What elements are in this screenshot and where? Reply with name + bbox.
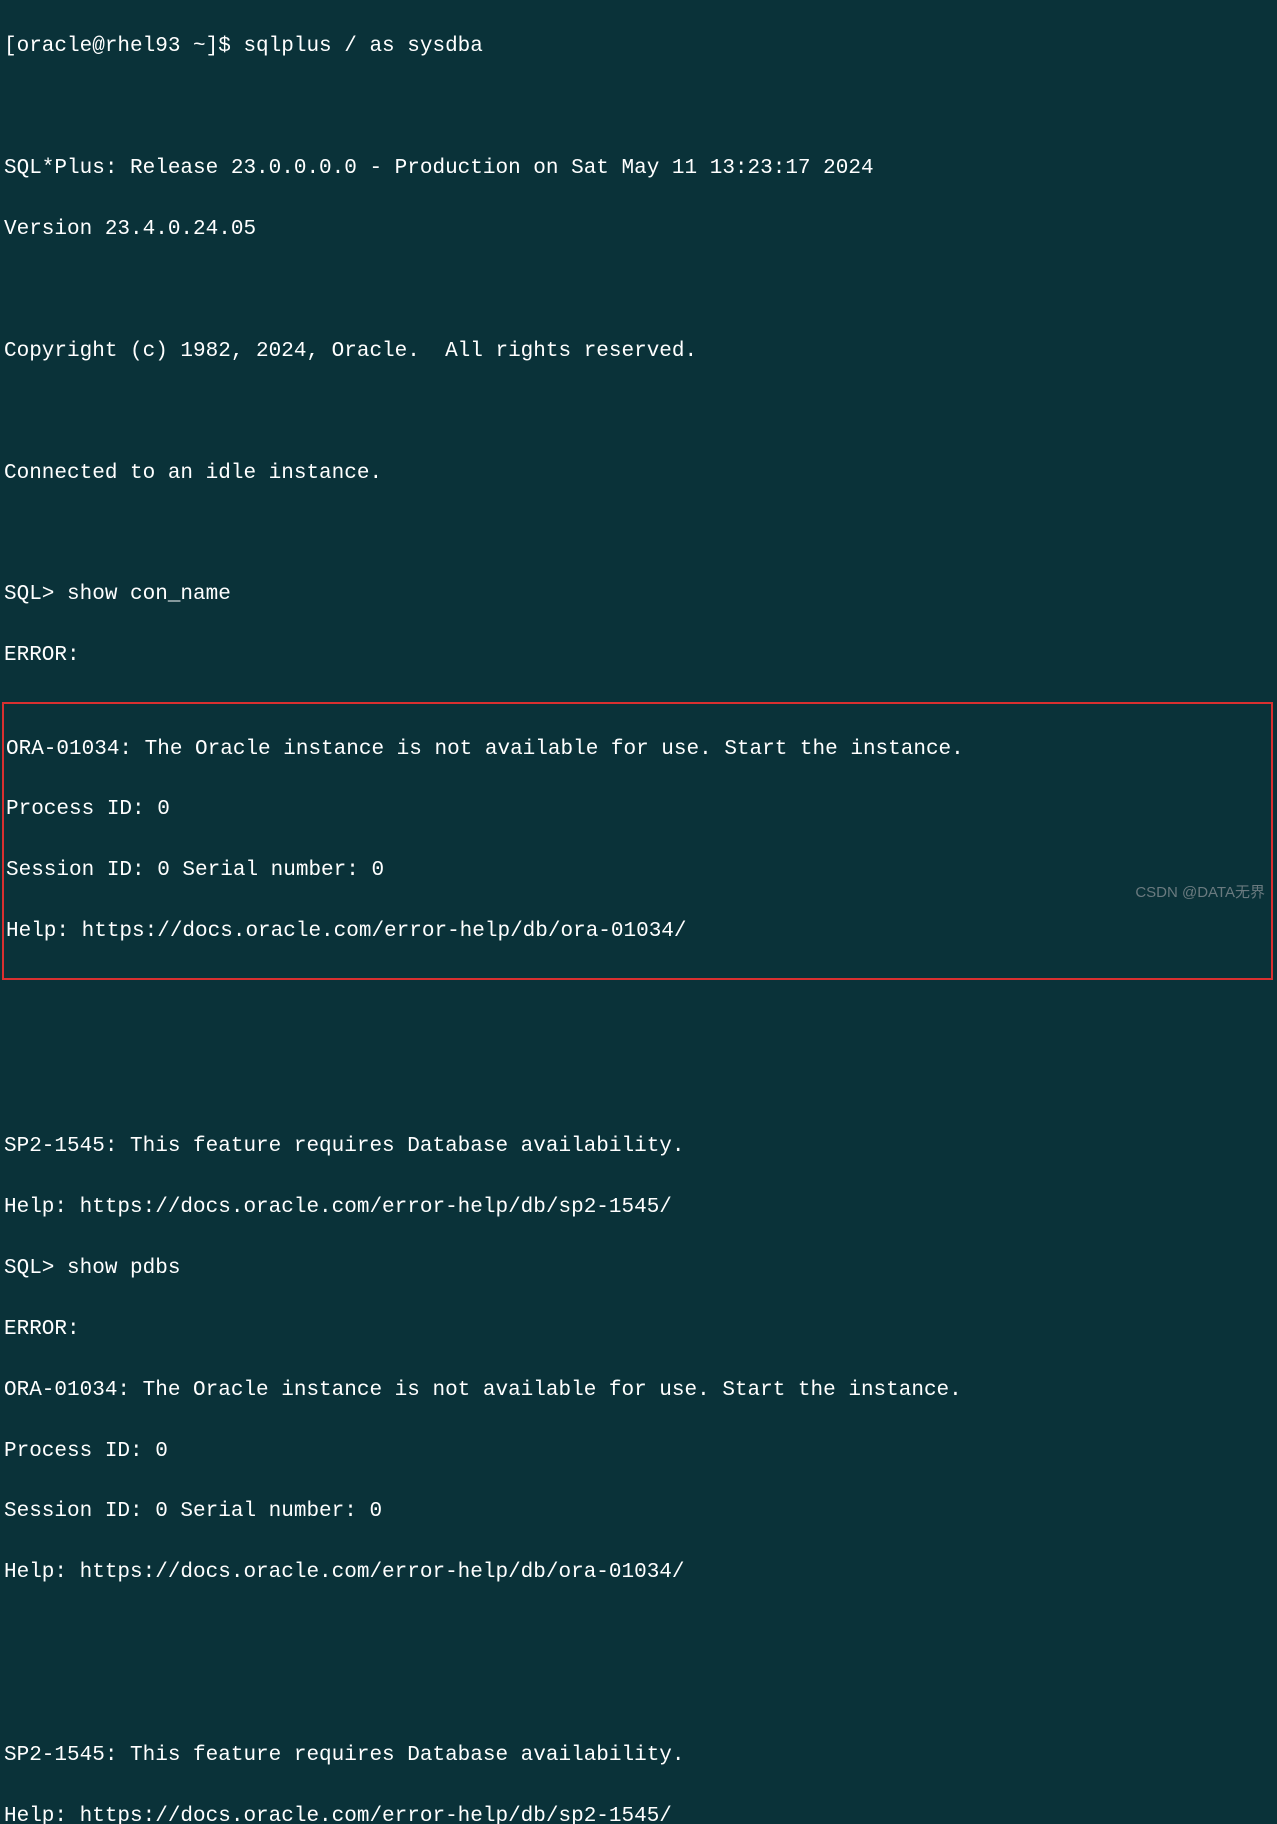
blank-line (4, 519, 1273, 549)
sp2-help-line: Help: https://docs.oracle.com/error-help… (4, 1193, 1273, 1223)
process-id-line: Process ID: 0 (6, 795, 1269, 825)
blank-line (4, 1680, 1273, 1710)
ora-error-line: ORA-01034: The Oracle instance is not av… (4, 1376, 1273, 1406)
ora-error-line: ORA-01034: The Oracle instance is not av… (6, 735, 1269, 765)
blank-line (4, 1619, 1273, 1649)
session-id-line: Session ID: 0 Serial number: 0 (6, 856, 1269, 886)
watermark-text: CSDN @DATA无界 (1135, 882, 1265, 904)
session-id-line: Session ID: 0 Serial number: 0 (4, 1497, 1273, 1527)
error-label: ERROR: (4, 1315, 1273, 1345)
connected-line: Connected to an idle instance. (4, 459, 1273, 489)
shell-prompt-line: [oracle@rhel93 ~]$ sqlplus / as sysdba (4, 32, 1273, 62)
process-id-line: Process ID: 0 (4, 1437, 1273, 1467)
help-url-line: Help: https://docs.oracle.com/error-help… (6, 917, 1269, 947)
sp2-error-line: SP2-1545: This feature requires Database… (4, 1132, 1273, 1162)
terminal-output[interactable]: [oracle@rhel93 ~]$ sqlplus / as sysdba S… (4, 2, 1273, 1824)
sqlplus-banner-line1: SQL*Plus: Release 23.0.0.0.0 - Productio… (4, 154, 1273, 184)
copyright-line: Copyright (c) 1982, 2024, Oracle. All ri… (4, 337, 1273, 367)
sql-command-line: SQL> show con_name (4, 580, 1273, 610)
help-url-line: Help: https://docs.oracle.com/error-help… (4, 1558, 1273, 1588)
sp2-help-line: Help: https://docs.oracle.com/error-help… (4, 1802, 1273, 1824)
blank-line (4, 1010, 1273, 1040)
blank-line (4, 1071, 1273, 1101)
blank-line (4, 276, 1273, 306)
error-highlight-box: ORA-01034: The Oracle instance is not av… (2, 702, 1273, 980)
sqlplus-banner-line2: Version 23.4.0.24.05 (4, 215, 1273, 245)
sp2-error-line: SP2-1545: This feature requires Database… (4, 1741, 1273, 1771)
blank-line (4, 398, 1273, 428)
sql-command-line: SQL> show pdbs (4, 1254, 1273, 1284)
error-label: ERROR: (4, 641, 1273, 671)
blank-line (4, 93, 1273, 123)
